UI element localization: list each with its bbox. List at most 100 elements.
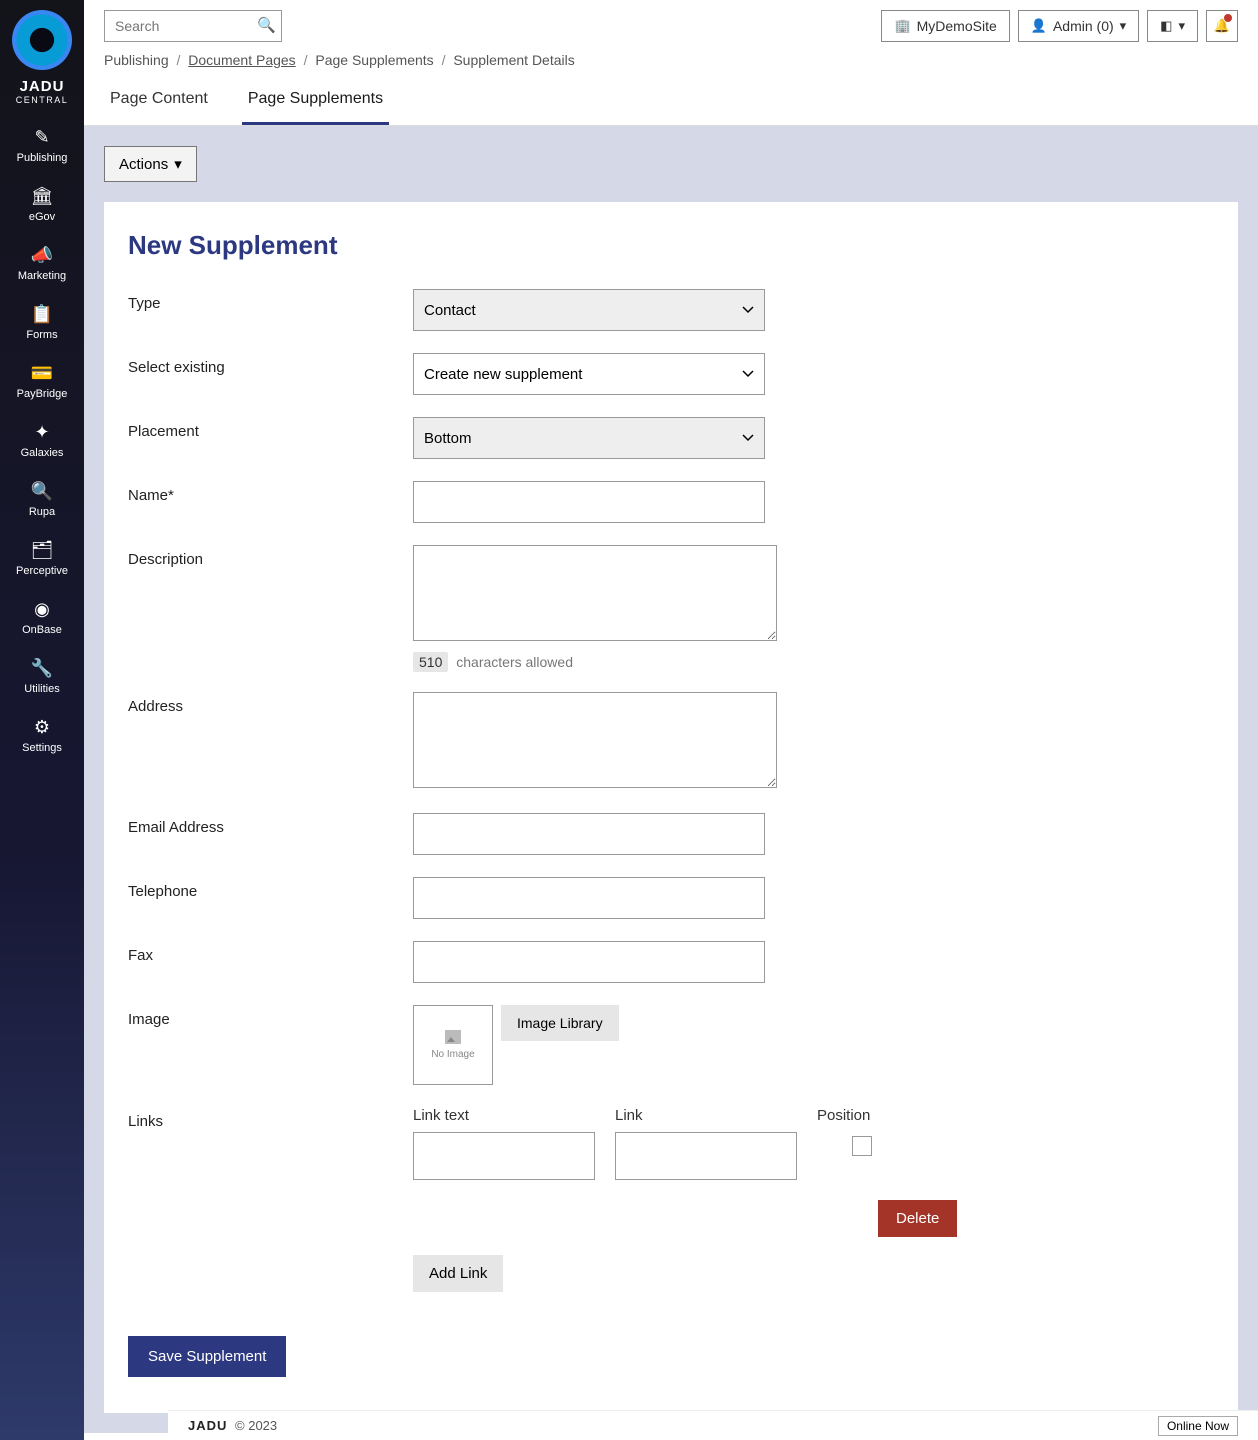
- link-text-input[interactable]: [413, 1132, 595, 1180]
- sidebar-item-paybridge[interactable]: 💳 PayBridge: [0, 353, 84, 412]
- char-count-text: characters allowed: [456, 654, 573, 670]
- building-icon: 🏢: [894, 18, 910, 34]
- breadcrumb-sep: /: [304, 52, 308, 68]
- placement-label: Placement: [128, 417, 413, 459]
- user-icon: 👤: [1031, 18, 1047, 34]
- brand-name: JADU: [20, 78, 65, 95]
- brand-logo-icon: [12, 10, 72, 70]
- breadcrumb-link-document-pages[interactable]: Document Pages: [188, 52, 295, 68]
- sidebar-item-settings[interactable]: ⚙ Settings: [0, 707, 84, 766]
- email-input[interactable]: [413, 813, 765, 855]
- sidebar-item-publishing[interactable]: ✎ Publishing: [0, 117, 84, 176]
- chevron-down-icon: ▾: [1178, 18, 1185, 34]
- footer: JADU © 2023 Online Now: [168, 1410, 1258, 1440]
- sidebar-item-galaxies[interactable]: ✦ Galaxies: [0, 412, 84, 471]
- inbox-icon: ◧: [1160, 18, 1172, 34]
- site-switch-button[interactable]: 🏢 MyDemoSite: [881, 10, 1009, 42]
- notification-dot: [1224, 14, 1232, 22]
- search-input[interactable]: [104, 10, 282, 42]
- search-wrap: 🔍: [104, 10, 282, 42]
- description-label: Description: [128, 545, 413, 670]
- add-link-button[interactable]: Add Link: [413, 1255, 503, 1292]
- telephone-label: Telephone: [128, 877, 413, 919]
- fax-label: Fax: [128, 941, 413, 983]
- telephone-input[interactable]: [413, 877, 765, 919]
- tab-page-content[interactable]: Page Content: [104, 80, 214, 125]
- image-preview: No Image: [413, 1005, 493, 1085]
- save-supplement-button[interactable]: Save Supplement: [128, 1336, 286, 1377]
- breadcrumb-item: Supplement Details: [453, 52, 574, 68]
- select-existing-label: Select existing: [128, 353, 413, 395]
- sidebar-item-label: Forms: [26, 329, 57, 341]
- sidebar-item-egov[interactable]: 🏛 eGov: [0, 176, 84, 235]
- link-row: [413, 1132, 1214, 1180]
- sidebar-item-forms[interactable]: 📋 Forms: [0, 294, 84, 353]
- main-content: 🔍 🏢 MyDemoSite 👤 Admin (0) ▾ ◧ ▾ 🔔: [84, 0, 1258, 1440]
- gear-icon: ⚙: [34, 717, 50, 738]
- select-existing-select[interactable]: Create new supplement: [413, 353, 765, 395]
- description-textarea[interactable]: [413, 545, 777, 641]
- image-placeholder-icon: [445, 1030, 461, 1044]
- breadcrumb-item: Publishing: [104, 52, 169, 68]
- brand-subtitle: CENTRAL: [16, 95, 69, 105]
- sidebar-item-label: PayBridge: [17, 388, 68, 400]
- link-text-header: Link text: [413, 1107, 595, 1124]
- sidebar-item-label: OnBase: [22, 624, 62, 636]
- pencil-icon: ✎: [34, 127, 49, 148]
- footer-brand: JADU: [188, 1418, 227, 1433]
- sidebar-item-utilities[interactable]: 🔧 Utilities: [0, 648, 84, 707]
- sidebar: JADU CENTRAL ✎ Publishing 🏛 eGov 📣 Marke…: [0, 0, 84, 1440]
- sidebar-item-label: Rupa: [29, 506, 55, 518]
- actions-bar: Actions ▾: [84, 126, 1258, 202]
- delete-link-button[interactable]: Delete: [878, 1200, 957, 1237]
- inbox-button[interactable]: ◧ ▾: [1147, 10, 1198, 42]
- chevron-down-icon: ▾: [174, 155, 182, 173]
- search-icon: 🔍: [31, 481, 53, 502]
- sidebar-item-label: Publishing: [17, 152, 68, 164]
- char-counter: 510 characters allowed: [413, 654, 777, 670]
- building-icon: 🏛: [31, 186, 54, 207]
- search-button[interactable]: 🔍: [257, 16, 276, 34]
- type-label: Type: [128, 289, 413, 331]
- image-library-button[interactable]: Image Library: [501, 1005, 619, 1041]
- sidebar-item-label: Settings: [22, 742, 62, 754]
- char-count-value: 510: [413, 652, 448, 672]
- sidebar-item-label: Marketing: [18, 270, 66, 282]
- sidebar-item-label: Perceptive: [16, 565, 68, 577]
- sidebar-item-perceptive[interactable]: 🗂 Perceptive: [0, 530, 84, 589]
- page-title: New Supplement: [128, 230, 1214, 261]
- actions-label: Actions: [119, 156, 168, 173]
- admin-user-button[interactable]: 👤 Admin (0) ▾: [1018, 10, 1139, 42]
- sidebar-item-marketing[interactable]: 📣 Marketing: [0, 235, 84, 294]
- links-label: Links: [128, 1107, 413, 1292]
- tab-page-supplements[interactable]: Page Supplements: [242, 80, 389, 125]
- online-now-button[interactable]: Online Now: [1158, 1416, 1238, 1436]
- breadcrumb-item: Page Supplements: [315, 52, 433, 68]
- name-input[interactable]: [413, 481, 765, 523]
- megaphone-icon: 📣: [31, 245, 53, 266]
- search-icon: 🔍: [257, 17, 276, 34]
- topbar: 🔍 🏢 MyDemoSite 👤 Admin (0) ▾ ◧ ▾ 🔔: [84, 0, 1258, 52]
- sidebar-item-rupa[interactable]: 🔍 Rupa: [0, 471, 84, 530]
- fax-input[interactable]: [413, 941, 765, 983]
- link-position-checkbox[interactable]: [852, 1136, 872, 1156]
- chevron-down-icon: ▾: [1120, 18, 1127, 34]
- address-textarea[interactable]: [413, 692, 777, 788]
- actions-dropdown-button[interactable]: Actions ▾: [104, 146, 197, 182]
- clipboard-icon: 📋: [31, 304, 53, 325]
- form-panel: New Supplement Type Contact Select exist…: [104, 202, 1238, 1413]
- breadcrumb-sep: /: [442, 52, 446, 68]
- sidebar-item-onbase[interactable]: ◉ OnBase: [0, 589, 84, 648]
- site-name: MyDemoSite: [917, 18, 997, 34]
- link-url-input[interactable]: [615, 1132, 797, 1180]
- nodes-icon: ✦: [34, 422, 49, 443]
- type-select[interactable]: Contact: [413, 289, 765, 331]
- notifications-button[interactable]: 🔔: [1206, 10, 1238, 42]
- files-icon: 🗂: [31, 540, 54, 561]
- placement-select[interactable]: Bottom: [413, 417, 765, 459]
- breadcrumb: Publishing / Document Pages / Page Suppl…: [84, 52, 1258, 80]
- wrench-icon: 🔧: [31, 658, 53, 679]
- links-header: Link text Link Position: [413, 1107, 1214, 1124]
- no-image-text: No Image: [431, 1049, 474, 1060]
- tabs: Page Content Page Supplements: [84, 80, 1258, 126]
